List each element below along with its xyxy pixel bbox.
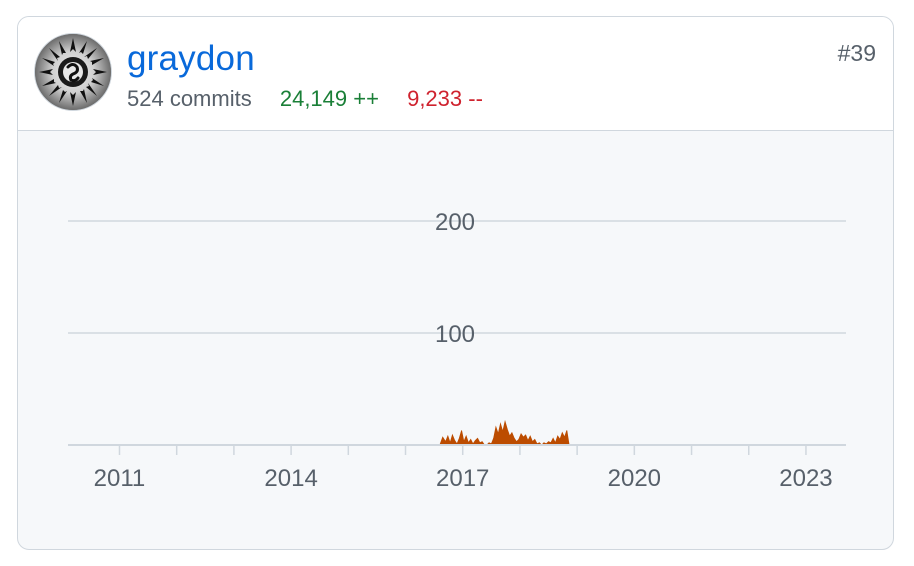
- x-tick-label: 2020: [608, 465, 661, 492]
- card-header: graydon 524 commits 24,149 ++ 9,233 -- #…: [18, 17, 893, 131]
- x-tick-label: 2017: [436, 465, 489, 492]
- username-link[interactable]: graydon: [127, 37, 255, 81]
- avatar[interactable]: [34, 33, 112, 111]
- contribution-chart-svg: 100 200 2011 2014 2017 2020 2023: [68, 209, 846, 492]
- y-tick-label: 100: [435, 321, 475, 348]
- x-tick-label: 2011: [94, 465, 146, 492]
- contribution-chart: 100 200 2011 2014 2017 2020 2023: [18, 131, 893, 549]
- y-tick-label: 200: [435, 209, 475, 236]
- x-tick-label: 2023: [779, 465, 832, 492]
- avatar-image-icon: [35, 34, 111, 110]
- commits-link[interactable]: 524 commits: [127, 86, 252, 111]
- contributor-rank: #39: [837, 40, 876, 66]
- additions-count: 24,149 ++: [279, 86, 379, 111]
- contributor-card: graydon 524 commits 24,149 ++ 9,233 -- #…: [17, 16, 894, 550]
- x-tick-label: 2014: [264, 465, 317, 492]
- contribution-area-0: [439, 419, 570, 446]
- deletions-count: 9,233 --: [407, 86, 483, 111]
- contribution-stats: 524 commits 24,149 ++ 9,233 --: [127, 85, 483, 113]
